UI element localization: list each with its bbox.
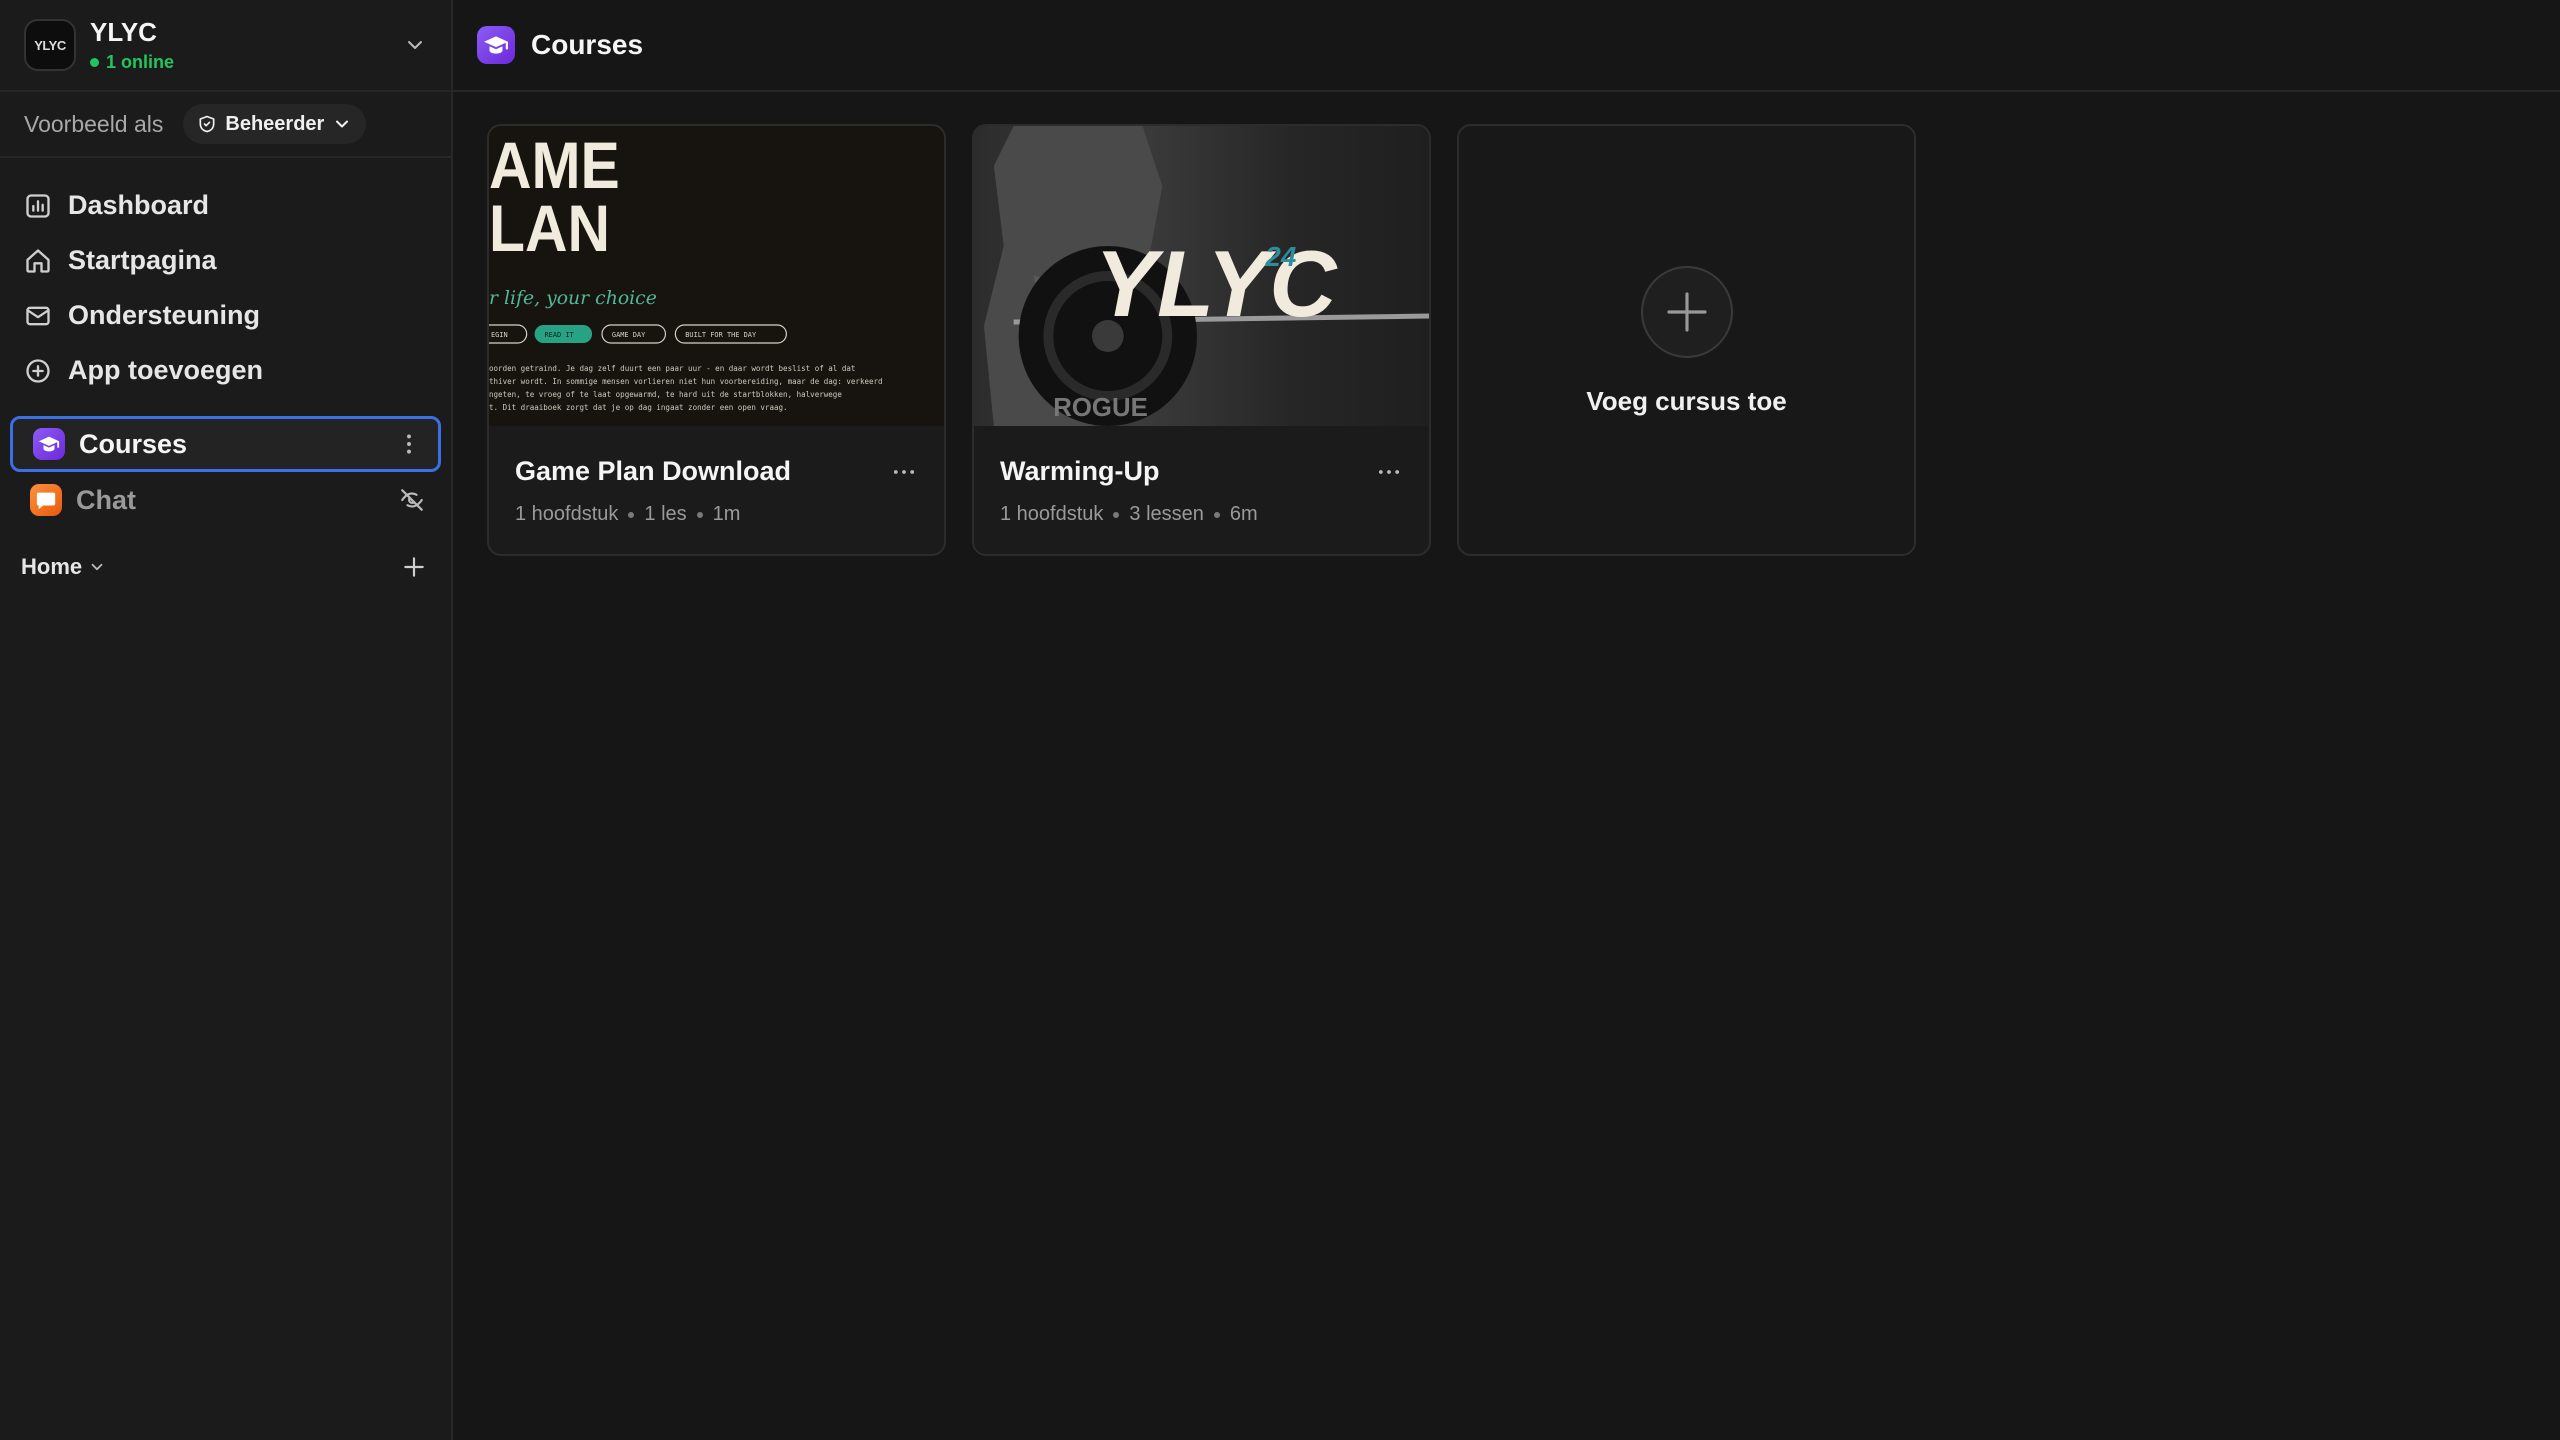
plus-icon bbox=[1666, 292, 1707, 332]
course-title-row: Warming-Up bbox=[1000, 456, 1403, 487]
course-lessons: 1 les bbox=[644, 503, 687, 525]
dashboard-icon bbox=[26, 193, 50, 218]
shield-icon bbox=[199, 115, 215, 133]
course-card-warming-up[interactable]: ROGUE YLYC 24 Warming-Up 1 hoofdstuk 3 l… bbox=[972, 124, 1431, 556]
online-count: 1 online bbox=[106, 52, 175, 72]
thumb-logo: YLYC bbox=[1095, 231, 1338, 336]
more-horizontal-icon[interactable] bbox=[890, 458, 918, 486]
chat-bubble-icon bbox=[30, 484, 62, 516]
workspace-switcher[interactable]: YLYC YLYC 1 online bbox=[0, 0, 451, 92]
thumb-pill: READ IT bbox=[545, 331, 575, 339]
thumb-pill: GAME DAY bbox=[612, 331, 646, 339]
section-label: Home bbox=[21, 554, 83, 579]
course-chapters: 1 hoofdstuk bbox=[1000, 503, 1104, 525]
sidebar-app-label: Chat bbox=[76, 484, 136, 515]
sidebar-nav: Dashboard Startpagina Ondersteuning App … bbox=[0, 158, 451, 398]
thumb-tagline: r life, your choice bbox=[489, 287, 657, 309]
dot-separator bbox=[696, 511, 703, 518]
course-thumbnail: AME LAN r life, your choice EGIN READ IT… bbox=[489, 126, 944, 426]
course-card-body: Game Plan Download 1 hoofdstuk 1 les 1m bbox=[489, 426, 944, 526]
sidebar-item-label: Startpagina bbox=[68, 245, 217, 275]
sidebar-item-label: Dashboard bbox=[68, 190, 210, 220]
section-toggle[interactable]: Home bbox=[21, 554, 106, 580]
dot-separator bbox=[1213, 511, 1220, 518]
mail-icon bbox=[26, 306, 50, 325]
course-title-row: Game Plan Download bbox=[515, 456, 918, 487]
thumb-pill: BUILT FOR THE DAY bbox=[685, 331, 757, 339]
graduation-cap-icon bbox=[477, 26, 515, 64]
add-course-label: Voeg cursus toe bbox=[1586, 386, 1787, 416]
plus-icon[interactable] bbox=[401, 554, 427, 580]
course-title: Warming-Up bbox=[1000, 456, 1160, 486]
chevron-down-icon bbox=[336, 120, 349, 128]
course-chapters: 1 hoofdstuk bbox=[515, 503, 619, 525]
workspace-info: YLYC 1 online bbox=[90, 17, 403, 73]
course-thumbnail: ROGUE YLYC 24 bbox=[974, 126, 1429, 426]
chevron-down-icon bbox=[91, 563, 103, 571]
course-card-body: Warming-Up 1 hoofdstuk 3 lessen 6m bbox=[974, 426, 1429, 526]
sidebar: YLYC YLYC 1 online Voorbeeld als Beheerd… bbox=[0, 0, 453, 1440]
sidebar-apps: Courses Chat bbox=[0, 416, 451, 528]
thumb-body: oorden getraind. Je dag zelf duurt een p… bbox=[489, 364, 883, 412]
add-course-card[interactable]: Voeg cursus toe bbox=[1457, 124, 1916, 556]
eye-off-icon[interactable] bbox=[399, 487, 425, 513]
main-content: Courses AME LAN r life, your choice EGIN… bbox=[453, 0, 2560, 1440]
sidebar-app-label: Courses bbox=[79, 428, 188, 459]
plate-text: ROGUE bbox=[1053, 394, 1147, 422]
course-card-game-plan[interactable]: AME LAN r life, your choice EGIN READ IT… bbox=[487, 124, 946, 556]
sidebar-item-dashboard[interactable]: Dashboard bbox=[0, 178, 451, 233]
online-status: 1 online bbox=[90, 52, 403, 73]
thumb-body-line: thiver wordt. In sommige mensen vorliere… bbox=[489, 377, 883, 386]
dot-separator bbox=[1113, 511, 1120, 518]
preview-as-row: Voorbeeld als Beheerder bbox=[0, 92, 451, 158]
page-title: Courses bbox=[531, 29, 644, 60]
thumb-pills: EGIN READ IT GAME DAY BUILT FOR THE DAY bbox=[489, 324, 787, 344]
course-lessons: 3 lessen bbox=[1129, 503, 1204, 525]
sidebar-item-ondersteuning[interactable]: Ondersteuning bbox=[0, 288, 451, 343]
course-meta: 1 hoofdstuk 1 les 1m bbox=[515, 503, 918, 526]
preview-as-label: Voorbeeld als bbox=[24, 110, 164, 137]
home-icon bbox=[26, 248, 50, 273]
course-grid: AME LAN r life, your choice EGIN READ IT… bbox=[453, 92, 2560, 556]
course-duration: 6m bbox=[1229, 503, 1258, 525]
thumb-body-line: t. Dit draaiboek zorgt dat je op dag ing… bbox=[489, 403, 788, 412]
thumb-superscript: 24 bbox=[1264, 241, 1296, 272]
graduation-cap-icon bbox=[33, 428, 65, 460]
thumb-heading-2: LAN bbox=[489, 192, 610, 266]
role-dropdown[interactable]: Beheerder bbox=[183, 104, 367, 144]
plus-circle-icon bbox=[26, 358, 50, 383]
sidebar-item-label: Ondersteuning bbox=[68, 300, 261, 330]
sidebar-app-courses[interactable]: Courses bbox=[10, 416, 441, 472]
course-meta: 1 hoofdstuk 3 lessen 6m bbox=[1000, 503, 1403, 526]
sidebar-item-startpagina[interactable]: Startpagina bbox=[0, 233, 451, 288]
sidebar-section-home: Home bbox=[0, 542, 451, 592]
sidebar-app-chat[interactable]: Chat bbox=[10, 472, 441, 528]
more-horizontal-icon[interactable] bbox=[1375, 458, 1403, 486]
role-label: Beheerder bbox=[225, 112, 325, 135]
course-duration: 1m bbox=[712, 503, 741, 525]
sidebar-item-app-toevoegen[interactable]: App toevoegen bbox=[0, 343, 451, 398]
add-course-button[interactable] bbox=[1640, 266, 1733, 358]
sidebar-item-label: App toevoegen bbox=[68, 355, 264, 385]
workspace-name: YLYC bbox=[90, 17, 157, 47]
app-root: YLYC YLYC 1 online Voorbeeld als Beheerd… bbox=[0, 0, 2560, 1440]
course-title: Game Plan Download bbox=[515, 456, 792, 486]
dot-separator bbox=[628, 511, 635, 518]
thumb-pill: EGIN bbox=[491, 331, 508, 339]
thumb-body-line: oorden getraind. Je dag zelf duurt een p… bbox=[489, 364, 855, 373]
top-bar: Courses bbox=[453, 0, 2560, 92]
online-dot-icon bbox=[90, 58, 99, 67]
more-vertical-icon[interactable] bbox=[396, 431, 422, 457]
workspace-logo: YLYC bbox=[24, 19, 76, 71]
chevron-down-icon[interactable] bbox=[403, 33, 427, 57]
thumb-body-line: ngeten, te vroeg of te laat opgewarmd, t… bbox=[489, 390, 842, 399]
